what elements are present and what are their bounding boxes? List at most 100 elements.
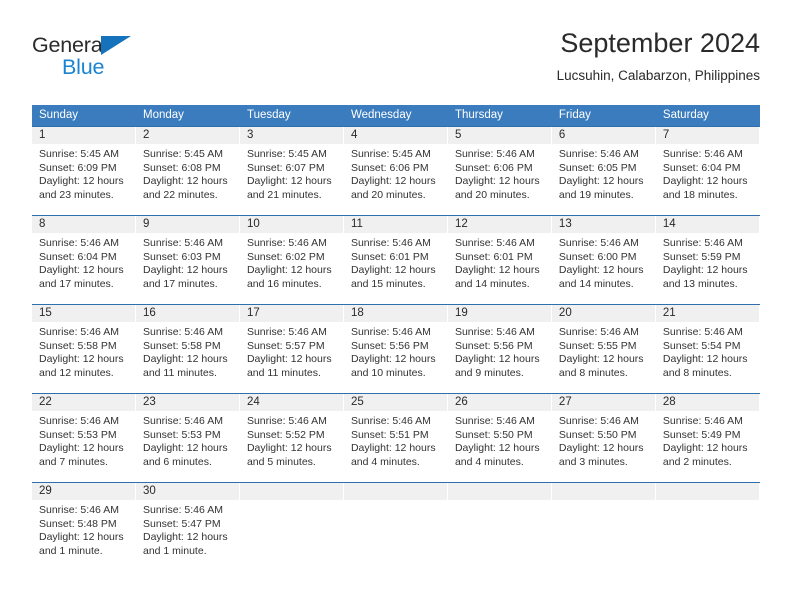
calendar-day-cell[interactable] (551, 482, 656, 571)
day-cell-inner: 23 Sunrise: 5:46 AM Sunset: 5:53 PM Dayligh… (135, 394, 240, 482)
day-number: 29 (39, 485, 52, 497)
day-number: 28 (662, 396, 676, 408)
calendar-day-cell[interactable]: 20 Sunrise: 5:46 AM Sunset: 5:55 PM Dayligh… (551, 304, 656, 394)
calendar-day-cell[interactable]: 17 Sunrise: 5:46 AM Sunset: 5:57 PM Dayligh… (239, 304, 344, 394)
day-number: 20 (558, 307, 572, 319)
calendar-day-cell[interactable]: 8 Sunrise: 5:46 AM Sunset: 6:04 PM Daylight… (32, 215, 136, 305)
day-number: 24 (246, 396, 260, 408)
day-number: 10 (246, 218, 260, 230)
generalblue-logo[interactable]: General Blue (32, 34, 212, 82)
day-number: 12 (454, 218, 468, 230)
sunset-text: Sunset: 5:55 PM (558, 339, 637, 352)
day-details (656, 500, 760, 504)
calendar-day-cell[interactable]: 18 Sunrise: 5:46 AM Sunset: 5:56 PM Dayligh… (343, 304, 448, 394)
page-title: September 2024 (560, 28, 760, 58)
calendar-day-cell[interactable] (447, 482, 552, 571)
day-details: Sunrise: 5:46 AM Sunset: 5:56 PM Daylight:… (448, 322, 552, 380)
day-number-band: 2 (135, 127, 240, 144)
day-cell-inner: 7 Sunrise: 5:46 AM Sunset: 6:04 PM Daylight… (655, 127, 760, 215)
day-cell-inner: 14 Sunrise: 5:46 AM Sunset: 5:59 PM Dayligh… (655, 216, 760, 304)
daylight-text-line1: Daylight: 12 hours (39, 264, 124, 277)
weekday-header-friday: Friday (551, 105, 656, 127)
daylight-text-line2: and 15 minutes. (350, 277, 426, 290)
day-number: 8 (39, 218, 46, 230)
day-number: 3 (246, 129, 254, 141)
day-number-band: 26 (447, 394, 552, 411)
daylight-text-line2: and 2 minutes. (662, 455, 732, 468)
daylight-text-line2: and 9 minutes. (454, 366, 524, 379)
sunset-text: Sunset: 5:49 PM (662, 428, 741, 441)
sunrise-text: Sunrise: 5:46 AM (246, 237, 327, 249)
weekday-header-thursday: Thursday (447, 105, 552, 127)
weekday-header-saturday: Saturday (655, 105, 760, 127)
day-cell-inner (343, 483, 448, 571)
calendar-day-cell[interactable]: 2 Sunrise: 5:45 AM Sunset: 6:08 PM Daylight… (135, 126, 240, 216)
calendar-day-cell[interactable]: 1 Sunrise: 5:45 AM Sunset: 6:09 PM Daylight… (32, 126, 136, 216)
calendar-day-cell[interactable]: 26 Sunrise: 5:46 AM Sunset: 5:50 PM Dayligh… (447, 393, 552, 483)
day-details (552, 500, 656, 504)
day-details: Sunrise: 5:46 AM Sunset: 5:59 PM Daylight:… (656, 233, 760, 291)
calendar-day-cell[interactable]: 13 Sunrise: 5:46 AM Sunset: 6:00 PM Dayligh… (551, 215, 656, 305)
day-number-band: 6 (551, 127, 656, 144)
calendar-day-cell[interactable]: 14 Sunrise: 5:46 AM Sunset: 5:59 PM Dayligh… (655, 215, 760, 305)
page-subtitle: Lucsuhin, Calabarzon, Philippines (556, 68, 760, 83)
day-number-band: 20 (551, 305, 656, 322)
day-cell-inner: 4 Sunrise: 5:45 AM Sunset: 6:06 PM Daylight… (343, 127, 448, 215)
daylight-text-line2: and 6 minutes. (142, 455, 212, 468)
calendar-day-cell[interactable] (655, 482, 760, 571)
day-number-band: 18 (343, 305, 448, 322)
calendar-day-cell[interactable]: 21 Sunrise: 5:46 AM Sunset: 5:54 PM Dayligh… (655, 304, 760, 394)
day-cell-inner: 29 Sunrise: 5:46 AM Sunset: 5:48 PM Dayligh… (32, 483, 136, 571)
calendar-day-cell[interactable]: 12 Sunrise: 5:46 AM Sunset: 6:01 PM Dayligh… (447, 215, 552, 305)
calendar-day-cell[interactable] (343, 482, 448, 571)
calendar-day-cell[interactable]: 29 Sunrise: 5:46 AM Sunset: 5:48 PM Dayligh… (32, 482, 136, 571)
daylight-text-line1: Daylight: 12 hours (662, 175, 748, 188)
day-cell-inner: 6 Sunrise: 5:46 AM Sunset: 6:05 PM Daylight… (551, 127, 656, 215)
daylight-text-line2: and 1 minute. (142, 544, 207, 557)
day-number: 27 (558, 396, 572, 408)
calendar-day-cell[interactable]: 28 Sunrise: 5:46 AM Sunset: 5:49 PM Dayligh… (655, 393, 760, 483)
day-number: 23 (142, 396, 156, 408)
calendar-day-cell[interactable]: 24 Sunrise: 5:46 AM Sunset: 5:52 PM Dayligh… (239, 393, 344, 483)
day-number: 6 (558, 129, 566, 141)
calendar-day-cell[interactable]: 30 Sunrise: 5:46 AM Sunset: 5:47 PM Dayligh… (135, 482, 240, 571)
calendar-day-cell[interactable]: 25 Sunrise: 5:46 AM Sunset: 5:51 PM Dayligh… (343, 393, 448, 483)
day-number-band: 7 (655, 127, 760, 144)
day-number-band: 30 (135, 483, 240, 500)
calendar-day-cell[interactable]: 15 Sunrise: 5:46 AM Sunset: 5:58 PM Dayligh… (32, 304, 136, 394)
day-details: Sunrise: 5:46 AM Sunset: 5:53 PM Daylight:… (136, 411, 240, 469)
calendar-day-cell[interactable]: 5 Sunrise: 5:46 AM Sunset: 6:06 PM Daylight… (447, 126, 552, 216)
sunrise-text: Sunrise: 5:46 AM (454, 148, 535, 160)
calendar-day-cell[interactable]: 9 Sunrise: 5:46 AM Sunset: 6:03 PM Daylight… (135, 215, 240, 305)
sunset-text: Sunset: 6:04 PM (39, 250, 117, 263)
calendar-day-cell[interactable]: 23 Sunrise: 5:46 AM Sunset: 5:53 PM Dayligh… (135, 393, 240, 483)
calendar-day-cell[interactable]: 19 Sunrise: 5:46 AM Sunset: 5:56 PM Dayligh… (447, 304, 552, 394)
day-number-band: 12 (447, 216, 552, 233)
sunset-text: Sunset: 6:03 PM (142, 250, 221, 263)
daylight-text-line2: and 18 minutes. (662, 188, 738, 201)
daylight-text-line1: Daylight: 12 hours (246, 442, 332, 455)
day-cell-inner: 21 Sunrise: 5:46 AM Sunset: 5:54 PM Dayligh… (655, 305, 760, 393)
calendar-day-cell[interactable] (239, 482, 344, 571)
day-number-band: 5 (447, 127, 552, 144)
day-number-band: 24 (239, 394, 344, 411)
calendar-day-cell[interactable]: 7 Sunrise: 5:46 AM Sunset: 6:04 PM Daylight… (655, 126, 760, 216)
day-number: 14 (662, 218, 676, 230)
sunrise-text: Sunrise: 5:46 AM (142, 504, 223, 516)
calendar-day-cell[interactable]: 6 Sunrise: 5:46 AM Sunset: 6:05 PM Daylight… (551, 126, 656, 216)
day-details: Sunrise: 5:46 AM Sunset: 5:50 PM Daylight:… (552, 411, 656, 469)
day-number-band: 4 (343, 127, 448, 144)
daylight-text-line2: and 14 minutes. (558, 277, 634, 290)
calendar-day-cell[interactable]: 3 Sunrise: 5:45 AM Sunset: 6:07 PM Daylight… (239, 126, 344, 216)
weekday-label: Monday (142, 109, 184, 121)
calendar-day-cell[interactable]: 4 Sunrise: 5:45 AM Sunset: 6:06 PM Daylight… (343, 126, 448, 216)
daylight-text-line1: Daylight: 12 hours (39, 442, 124, 455)
calendar-day-cell[interactable]: 27 Sunrise: 5:46 AM Sunset: 5:50 PM Dayligh… (551, 393, 656, 483)
day-cell-inner: 26 Sunrise: 5:46 AM Sunset: 5:50 PM Dayligh… (447, 394, 552, 482)
sunrise-text: Sunrise: 5:46 AM (350, 237, 431, 249)
calendar-day-cell[interactable]: 10 Sunrise: 5:46 AM Sunset: 6:02 PM Dayligh… (239, 215, 344, 305)
calendar-day-cell[interactable]: 11 Sunrise: 5:46 AM Sunset: 6:01 PM Dayligh… (343, 215, 448, 305)
calendar-day-cell[interactable]: 22 Sunrise: 5:46 AM Sunset: 5:53 PM Dayligh… (32, 393, 136, 483)
day-details: Sunrise: 5:46 AM Sunset: 6:06 PM Daylight:… (448, 144, 552, 202)
calendar-day-cell[interactable]: 16 Sunrise: 5:46 AM Sunset: 5:58 PM Dayligh… (135, 304, 240, 394)
